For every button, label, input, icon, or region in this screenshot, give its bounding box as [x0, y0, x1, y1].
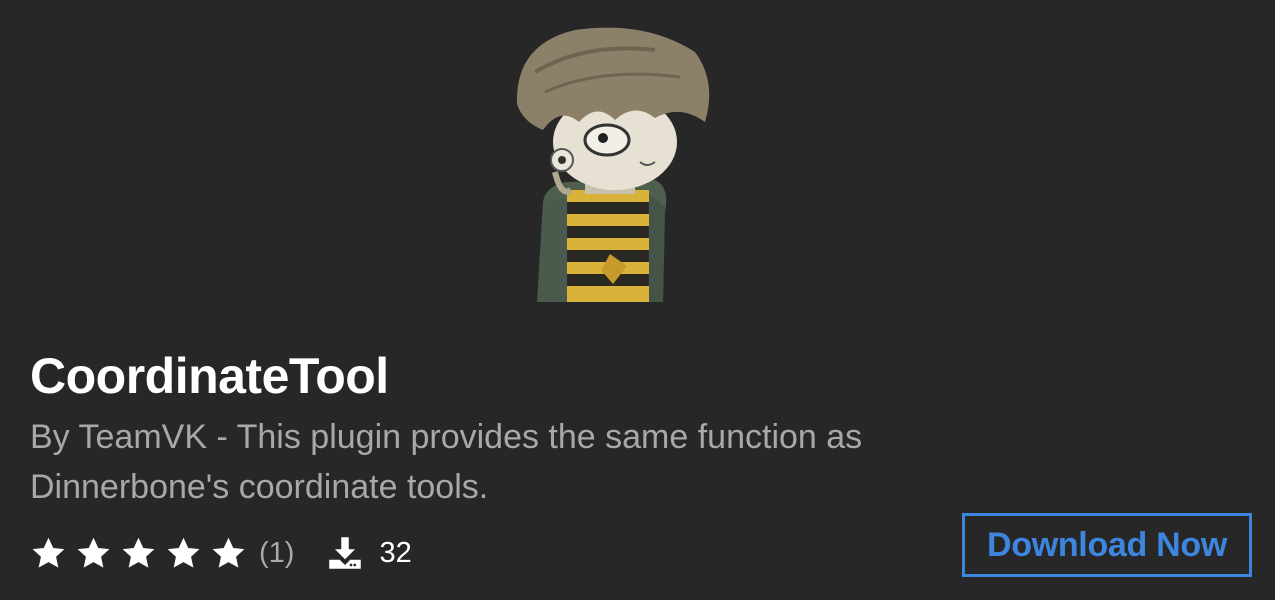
- star-icon: [167, 537, 200, 568]
- plugin-card: CoordinateTool By TeamVK - This plugin p…: [0, 0, 1275, 600]
- star-icon: [122, 537, 155, 568]
- download-count: 32: [379, 536, 412, 569]
- star-icon: [77, 537, 110, 568]
- rating-stars: [30, 535, 247, 572]
- plugin-stats: (1) 32: [30, 528, 412, 578]
- plugin-description: By TeamVK - This plugin provides the sam…: [30, 418, 863, 506]
- download-icon: [329, 537, 362, 569]
- rating-count: (1): [259, 536, 295, 569]
- star-icon: [212, 537, 245, 568]
- plugin-avatar-image: [516, 27, 710, 302]
- star-icon: [32, 537, 65, 568]
- download-now-button[interactable]: Download Now: [962, 513, 1252, 577]
- plugin-title[interactable]: CoordinateTool: [30, 346, 389, 406]
